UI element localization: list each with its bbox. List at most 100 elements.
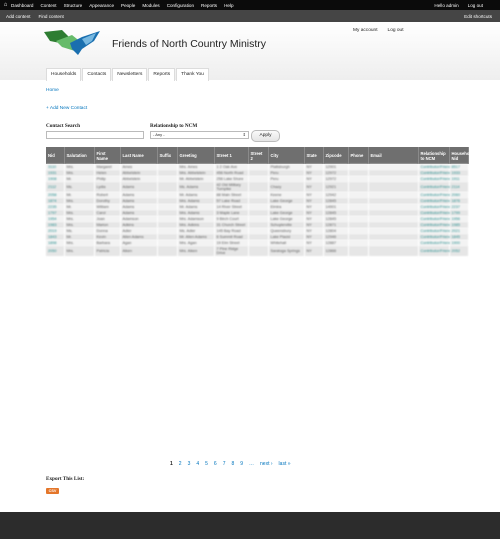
table-cell <box>157 246 178 256</box>
tab-thank-you[interactable]: Thank You <box>176 68 209 81</box>
admin-menu-item[interactable]: Help <box>224 3 233 8</box>
column-header[interactable]: Email <box>368 147 419 164</box>
table-cell <box>348 182 369 192</box>
pager-next-link[interactable]: next › <box>260 461 273 467</box>
pager-current: 1 <box>170 461 173 467</box>
pager-page-link[interactable]: 6 <box>214 461 217 467</box>
admin-menu: Dashboard Content Structure Appearance Peopl… <box>11 3 234 8</box>
pager: 1 2 3 4 5 6 7 8 9 … next › last » <box>170 461 291 467</box>
table-cell[interactable]: 2112 <box>46 182 65 192</box>
site-header: Friends of North Country Ministry My acc… <box>0 22 500 81</box>
pager-page-link[interactable]: 3 <box>188 461 191 467</box>
table-row: 2050 Mrs. Patricia Aiken Mrs. Aiken 7 Pine Ri… <box>46 246 469 256</box>
main-tabs: Households Contacts Newsletters Reports … <box>46 68 209 81</box>
table-cell <box>368 182 419 192</box>
table-cell <box>248 182 269 192</box>
table-header-row: Nid Salutation First Name Last Name Suffix Gr… <box>46 147 473 164</box>
tab-reports[interactable]: Reports <box>148 68 176 81</box>
admin-logout-link[interactable]: Log out <box>468 3 483 8</box>
pager-page-link[interactable]: 2 <box>179 461 182 467</box>
admin-menu-item[interactable]: Appearance <box>89 3 114 8</box>
tab-newsletters[interactable]: Newsletters <box>112 68 148 81</box>
column-header[interactable]: Phone <box>348 147 369 164</box>
site-logo[interactable] <box>42 29 102 56</box>
relationship-label: Relationship to NCM <box>150 123 198 129</box>
tab-contacts[interactable]: Contacts <box>82 68 112 81</box>
admin-menu-item[interactable]: Dashboard <box>11 3 33 8</box>
table-cell <box>368 246 419 256</box>
home-icon[interactable]: ⌂ <box>0 2 11 8</box>
column-header[interactable]: Street 1 <box>214 147 249 164</box>
shortcut-link[interactable]: Find content <box>39 14 64 19</box>
table-cell <box>157 182 178 192</box>
table-cell: Mrs. <box>64 246 95 256</box>
table-cell[interactable]: 2052 <box>449 246 469 256</box>
pager-last-link[interactable]: last » <box>279 461 291 467</box>
column-header[interactable]: State <box>304 147 324 164</box>
table-cell[interactable]: Contributor/Friend <box>418 182 451 192</box>
column-header[interactable]: Last Name <box>120 147 158 164</box>
pager-page-link[interactable]: 8 <box>231 461 234 467</box>
column-header[interactable]: First Name <box>94 147 121 164</box>
column-header[interactable]: City <box>268 147 305 164</box>
table-cell: Aiken <box>120 246 158 256</box>
hello-admin-link[interactable]: Hello admin <box>434 3 458 8</box>
column-header[interactable]: Greeting <box>177 147 215 164</box>
pager-page-link[interactable]: 4 <box>196 461 199 467</box>
table-cell: NY <box>304 246 324 256</box>
column-header[interactable]: Household Nid <box>449 147 473 164</box>
shortcut-link[interactable]: Add content <box>6 14 31 19</box>
apply-button[interactable]: Apply <box>251 130 280 142</box>
admin-menu-item[interactable]: Configuration <box>167 3 194 8</box>
relationship-select[interactable]: - Any - ⇕ <box>150 131 249 139</box>
edit-shortcuts-link[interactable]: Edit shortcuts <box>464 14 500 19</box>
pager-page-link[interactable]: 5 <box>205 461 208 467</box>
add-new-contact-link[interactable]: + Add New Contact <box>46 106 87 111</box>
column-header[interactable]: Salutation <box>64 147 95 164</box>
site-name[interactable]: Friends of North Country Ministry <box>112 38 266 50</box>
table-cell[interactable]: 2114 <box>449 182 469 192</box>
pager-page-link[interactable]: 7 <box>223 461 226 467</box>
column-header[interactable]: Nid <box>46 147 65 164</box>
table-cell: Mrs. Aiken <box>177 246 215 256</box>
table-cell: Lydia <box>94 182 121 192</box>
my-account-link[interactable]: My account <box>353 28 378 33</box>
logout-link[interactable]: Log out <box>388 28 404 33</box>
column-header[interactable]: Zipcode <box>323 147 349 164</box>
export-label: Export This List: <box>46 476 85 482</box>
account-links: My account Log out <box>353 28 404 33</box>
admin-menu-item[interactable]: Reports <box>201 3 217 8</box>
table-cell <box>248 246 269 256</box>
column-header[interactable]: Relationship to NCM <box>418 147 450 164</box>
pager-ellipsis: … <box>249 461 255 467</box>
shortcut-bar: Add content Find content Edit shortcuts <box>0 10 500 22</box>
admin-menu-item[interactable]: Content <box>40 3 56 8</box>
column-header[interactable]: Suffix <box>157 147 178 164</box>
pager-page-link[interactable]: 9 <box>240 461 243 467</box>
table-cell: 12866 <box>323 246 349 256</box>
table-row: 2112 Ms. Lydia Adams Ms. Adams 42 Old Militar… <box>46 182 469 192</box>
csv-export-button[interactable]: CSV <box>46 488 59 494</box>
table-cell: 7 Pine Ridge Drive <box>214 246 249 256</box>
contacts-table: Nid Salutation First Name Last Name Suffix Gr… <box>46 147 473 256</box>
admin-menu-item[interactable]: People <box>121 3 135 8</box>
table-cell[interactable]: Contributor/Friend <box>418 246 451 256</box>
table-cell: Ms. <box>64 182 95 192</box>
table-cell: 12921 <box>323 182 349 192</box>
table-cell: 42 Old Military Turnpike <box>214 182 249 192</box>
breadcrumb-home[interactable]: Home <box>46 88 59 93</box>
contact-search-input[interactable] <box>46 131 144 139</box>
admin-menu-item[interactable]: Structure <box>64 3 83 8</box>
table-cell: Adams <box>120 182 158 192</box>
page-footer <box>0 512 500 539</box>
table-cell: Patricia <box>94 246 121 256</box>
table-cell[interactable]: 2050 <box>46 246 65 256</box>
table-cell: Ms. Adams <box>177 182 215 192</box>
admin-user-links: Hello admin Log out <box>434 3 500 8</box>
relationship-select-value: - Any - <box>153 132 165 137</box>
admin-menu-item[interactable]: Modules <box>142 3 159 8</box>
tab-households[interactable]: Households <box>46 68 82 81</box>
table-cell: NY <box>304 182 324 192</box>
column-header[interactable]: Street 2 <box>248 147 269 164</box>
table-cell: Chazy <box>268 182 305 192</box>
